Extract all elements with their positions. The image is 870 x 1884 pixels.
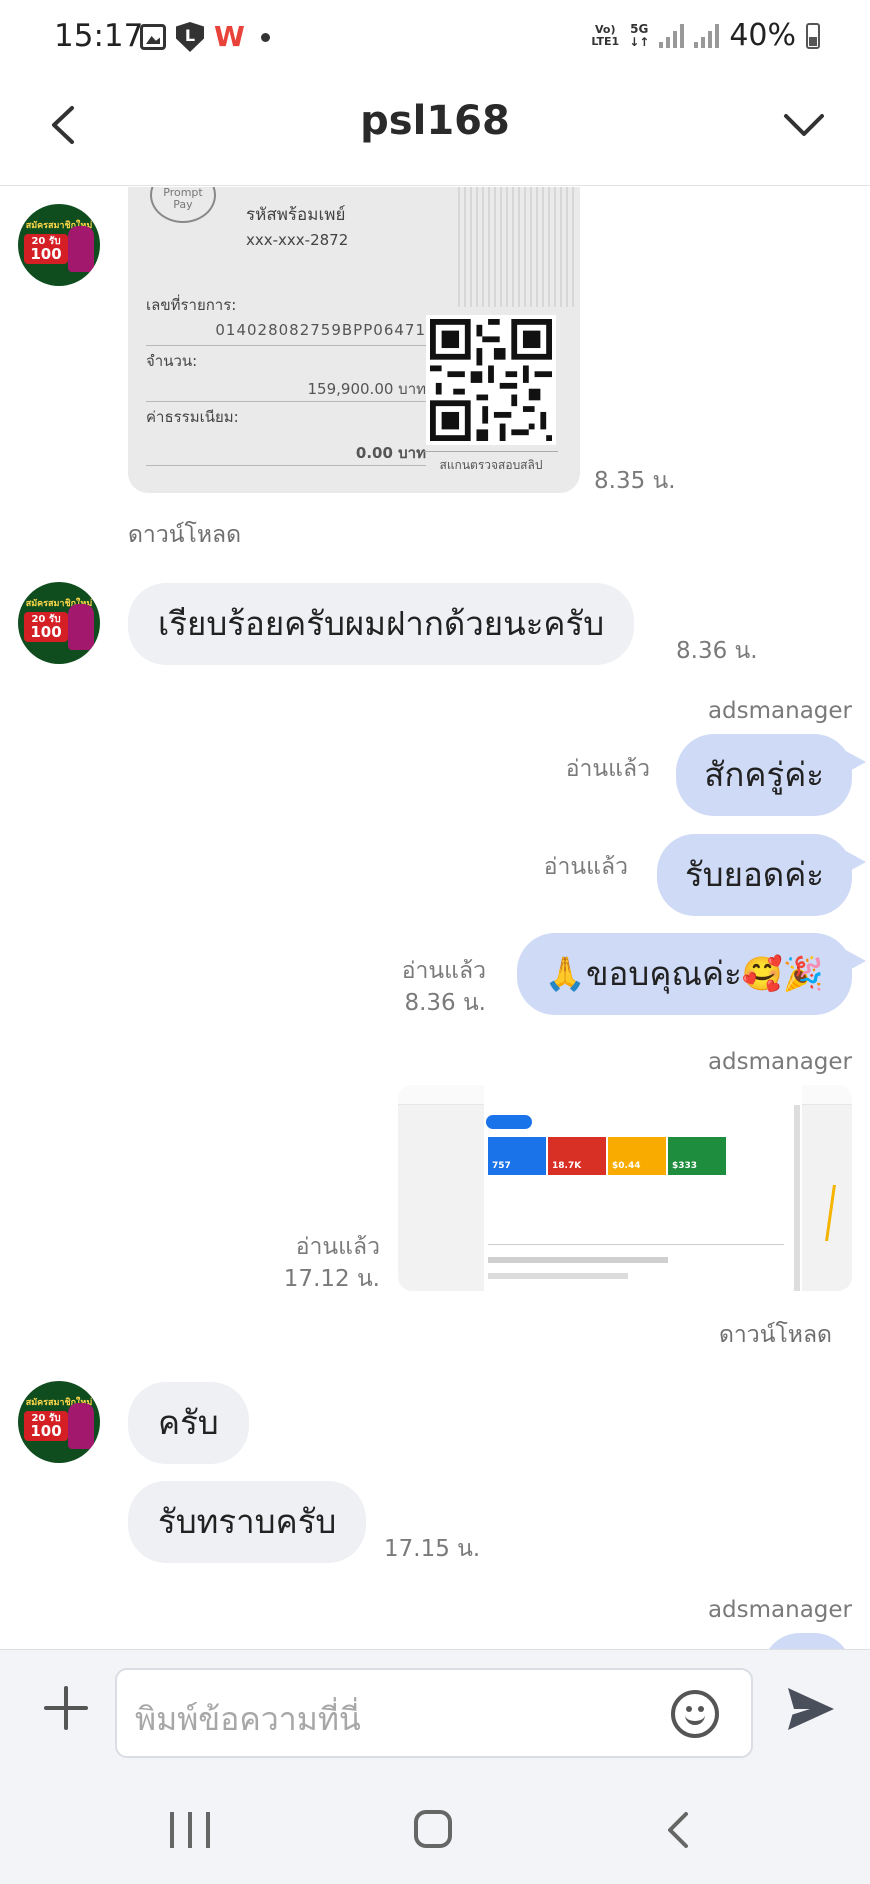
qr-code-icon xyxy=(426,315,556,445)
message-input[interactable]: พิมพ์ข้อความที่นี่ xyxy=(115,1668,753,1758)
sender-name: adsmanager xyxy=(707,1597,852,1623)
avatar[interactable]: สมัครสมาชิกใหม่ 20 รับ 100 xyxy=(18,204,100,286)
outgoing-message-bubble-partial[interactable] xyxy=(762,1633,852,1649)
dashboard-screenshot-image[interactable]: 757 18.7K $0.44 $333 xyxy=(398,1085,852,1291)
message-input-placeholder: พิมพ์ข้อความที่นี่ xyxy=(135,1700,361,1738)
emoji-icon[interactable] xyxy=(671,1690,719,1738)
message-time: 8.35 น. xyxy=(594,468,676,494)
status-time: 15:17 xyxy=(54,18,144,54)
metric-card: 18.7K xyxy=(548,1137,606,1175)
gallery-icon xyxy=(140,24,166,50)
read-receipt: อ่านแล้ว xyxy=(565,756,650,782)
outgoing-message-bubble[interactable]: รับยอดค่ะ xyxy=(656,834,867,916)
signal-2-icon xyxy=(694,23,720,48)
nav-back-icon[interactable] xyxy=(660,1810,700,1850)
battery-icon xyxy=(806,22,820,49)
send-icon[interactable] xyxy=(786,1686,836,1732)
metric-card: $333 xyxy=(668,1137,726,1175)
message-time: 8.36 น. xyxy=(676,638,758,664)
shield-l-icon: L xyxy=(176,22,204,52)
5g-icon: 5G ↓↑ xyxy=(629,21,650,49)
read-receipt: อ่านแล้ว xyxy=(401,958,486,984)
signal-1-icon xyxy=(659,23,685,48)
battery-percent: 40% xyxy=(729,18,796,53)
incoming-message-bubble[interactable]: รับทราบครับ xyxy=(128,1481,367,1563)
message-time: 17.12 น. xyxy=(283,1266,380,1292)
chat-area[interactable]: สมัครสมาชิกใหม่ 20 รับ 100 Prompt Pay รหั… xyxy=(0,187,870,1649)
download-link[interactable]: ดาวน์โหลด xyxy=(128,517,241,553)
outgoing-message-bubble[interactable]: 🙏ขอบคุณค่ะ🥰🎉 xyxy=(516,933,867,1015)
promptpay-logo: Prompt Pay xyxy=(150,187,216,223)
chevron-down-icon[interactable] xyxy=(776,98,832,154)
w-app-icon: W xyxy=(214,20,245,53)
system-nav-bar xyxy=(0,1778,870,1884)
more-notifications-dot-icon xyxy=(260,32,270,42)
sender-name: adsmanager xyxy=(707,1049,852,1075)
composer-bar: พิมพ์ข้อความที่นี่ xyxy=(0,1649,870,1778)
plus-icon[interactable] xyxy=(42,1684,90,1732)
status-right: Vo) LTE1 5G ↓↑ 40% xyxy=(591,18,820,53)
incoming-message-bubble[interactable]: เรียบร้อยครับผมฝากด้วยนะครับ xyxy=(128,583,635,665)
download-link[interactable]: ดาวน์โหลด xyxy=(719,1317,832,1353)
sender-name: adsmanager xyxy=(707,698,852,724)
volte-icon: Vo) LTE1 xyxy=(591,22,620,48)
avatar[interactable]: สมัครสมาชิกใหม่ 20 รับ 100 xyxy=(18,582,100,664)
metric-card: 757 xyxy=(488,1137,546,1175)
notification-icons: L W xyxy=(140,22,270,52)
status-bar: 15:17 L W Vo) LTE1 5G ↓↑ 40% xyxy=(0,0,870,78)
read-receipt: อ่านแล้ว xyxy=(295,1234,380,1260)
recent-apps-icon[interactable] xyxy=(170,1812,210,1848)
read-receipt: อ่านแล้ว xyxy=(543,854,628,880)
home-icon[interactable] xyxy=(414,1810,452,1848)
avatar[interactable]: สมัครสมาชิกใหม่ 20 รับ 100 xyxy=(18,1381,100,1463)
message-time: 17.15 น. xyxy=(384,1536,481,1562)
chat-header: psl168 xyxy=(0,78,870,186)
message-time: 8.36 น. xyxy=(404,990,486,1016)
receipt-image[interactable]: Prompt Pay รหัสพร้อมเพย์ xxx-xxx-2872 เล… xyxy=(128,187,580,493)
incoming-message-bubble[interactable]: ครับ xyxy=(128,1382,249,1464)
outgoing-message-bubble[interactable]: สักครู่ค่ะ xyxy=(676,734,866,816)
metric-card: $0.44 xyxy=(608,1137,666,1175)
chat-title: psl168 xyxy=(360,98,510,144)
